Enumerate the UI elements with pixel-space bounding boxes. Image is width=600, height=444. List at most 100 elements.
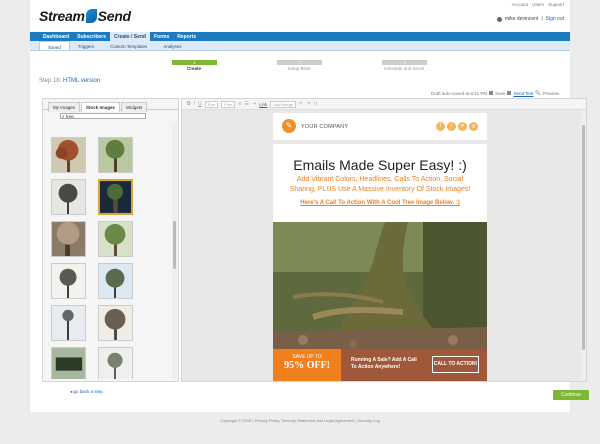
streamsend-logo[interactable]: Stream Send (39, 8, 131, 24)
subnav-custom-templates[interactable]: Custom Templates (102, 41, 155, 50)
editor-scrollbar[interactable] (581, 110, 586, 381)
tree-thumb-3[interactable] (51, 179, 86, 215)
stock-image-grid (49, 123, 173, 379)
search-icon: ⌕ (62, 114, 65, 119)
save-bar: Draft auto-saved at 8:41 PM Save Send Te… (431, 90, 559, 96)
image-sidebar: My Images Stock Images Widgets ⌕ tree (42, 98, 179, 382)
back-arrow-icon: ◂ (70, 389, 73, 394)
tree-thumb-5[interactable] (51, 221, 86, 257)
send-test-icon (507, 91, 512, 95)
wizard-steps: 1 Create 2 Setup Blast 3 Schedule and Se… (172, 60, 462, 74)
tree-thumb-4-selected[interactable] (98, 179, 133, 215)
sidebar-scrollbar[interactable] (172, 123, 177, 379)
users-link[interactable]: Users (532, 2, 544, 7)
sidebar-tabs: My Images Stock Images Widgets (43, 99, 178, 112)
nav-dashboard[interactable]: Dashboard (39, 32, 73, 41)
tree-thumb-9[interactable] (51, 305, 86, 341)
tree-thumb-7[interactable] (51, 263, 86, 299)
sign-out-link[interactable]: Sign out (546, 16, 564, 22)
support-link[interactable]: Support (548, 2, 564, 7)
send-test-link[interactable]: Send Test (513, 91, 533, 96)
sale-box: SAVE UP TO 95% OFF! (273, 349, 341, 381)
account-link[interactable]: Account (512, 2, 528, 7)
tree-thumb-11[interactable] (51, 347, 86, 379)
step-3-bar: 3 (382, 60, 427, 65)
preview-link[interactable]: Preview (543, 91, 559, 96)
align-icon[interactable]: ≡ (238, 101, 241, 107)
undo-icon[interactable]: ↶ (299, 101, 303, 107)
page-footer: Copyright © 2018 | Privacy Policy, Secur… (220, 418, 380, 423)
tree-thumb-1[interactable] (51, 137, 86, 173)
code-icon[interactable]: ⟨⟩ (314, 101, 318, 107)
html-version-link[interactable]: HTML version (63, 78, 100, 84)
subnav-analyses[interactable]: Analyses (155, 41, 189, 50)
email-editor: B I U Size Font ≡ ☰ ⇥ Link Mail Merge ↶ … (181, 98, 587, 382)
company-name: YOUR COMPANY (301, 124, 349, 130)
nav-create-send[interactable]: Create / Send (110, 32, 150, 41)
size-dropdown[interactable]: Size (204, 100, 219, 108)
autosave-status: Draft auto-saved at 8:41 PM (430, 90, 488, 96)
nav-subscribers[interactable]: Subscribers (73, 32, 110, 41)
facebook-icon[interactable]: f (436, 122, 445, 131)
tree-hero-image[interactable] (273, 222, 487, 350)
nav-reports[interactable]: Reports (173, 32, 200, 41)
tab-widgets[interactable]: Widgets (121, 102, 148, 112)
tree-thumb-10[interactable] (98, 305, 133, 341)
sidebar-scroll-thumb[interactable] (173, 221, 176, 269)
go-back[interactable]: ◂ go back a step (70, 389, 103, 395)
nav-forms[interactable]: Forms (150, 32, 173, 41)
top-links: Account Users Support (509, 2, 564, 7)
user-box: mike devincent | Sign out (496, 16, 564, 22)
email-body[interactable]: Emails Made Super Easy! :) Add Vibrant C… (273, 144, 487, 381)
company-logo-icon: ✎ (282, 119, 296, 133)
email-subheadline[interactable]: Add Vibrant Colors, Headlines, Calls To … (283, 175, 477, 195)
social-icons: f t in g (436, 122, 478, 131)
email-template: ✎ YOUR COMPANY f t in g Emails Made Supe… (273, 113, 487, 381)
email-canvas: ✎ YOUR COMPANY f t in g Emails Made Supe… (182, 110, 581, 381)
email-header[interactable]: ✎ YOUR COMPANY f t in g (273, 113, 487, 140)
tree-thumb-6[interactable] (98, 221, 133, 257)
logo-swirl-icon (85, 9, 97, 23)
call-to-action-button[interactable]: CALL TO ACTION! (432, 356, 479, 373)
email-headline[interactable]: Emails Made Super Easy! :) (273, 157, 487, 173)
sale-banner: SAVE UP TO 95% OFF! Running A Sale? Add … (273, 349, 487, 381)
google-icon[interactable]: g (469, 122, 478, 131)
twitter-icon[interactable]: t (447, 122, 456, 131)
tree-thumb-8[interactable] (98, 263, 133, 299)
list-icon[interactable]: ☰ (244, 101, 248, 107)
preview-icon: 🔍 (535, 90, 541, 95)
step-3-label: Schedule and Send! (383, 66, 425, 71)
image-search-input[interactable]: ⌕ tree (60, 113, 146, 119)
linkedin-icon[interactable]: in (458, 122, 467, 131)
save-icon (489, 91, 494, 95)
font-dropdown[interactable]: Font (221, 100, 236, 108)
step-1-bar: 1 (172, 60, 217, 65)
editor-toolbar: B I U Size Font ≡ ☰ ⇥ Link Mail Merge ↶ … (182, 99, 586, 110)
editor-scroll-thumb[interactable] (582, 125, 585, 350)
bold-button[interactable]: B (187, 101, 191, 107)
user-name: mike devincent (504, 16, 539, 22)
subnav-triggers[interactable]: Triggers (70, 41, 102, 50)
step-1-label: Create (186, 66, 201, 71)
tree-thumb-12[interactable] (98, 347, 133, 379)
redo-icon[interactable]: ↷ (306, 101, 310, 107)
tab-stock-images[interactable]: Stock Images (81, 102, 121, 112)
italic-button[interactable]: I (194, 101, 195, 107)
step-title: Step 1b: HTML version (39, 78, 101, 84)
tree-thumb-2[interactable] (98, 137, 133, 173)
mail-merge-dropdown[interactable]: Mail Merge (270, 100, 297, 108)
continue-button[interactable]: Continue (553, 390, 589, 400)
app-page: Stream Send Account Users Support mike de… (30, 0, 589, 412)
main-nav: Dashboard Subscribers Create / Send Form… (30, 32, 570, 41)
email-cta-link[interactable]: Here's A Call To Action With A Cool Tree… (273, 200, 487, 206)
sub-nav: Saved Triggers Custom Templates Analyses (30, 41, 570, 51)
tab-my-images[interactable]: My Images (48, 102, 81, 112)
indent-icon[interactable]: ⇥ (252, 101, 256, 107)
step-2-bar: 2 (277, 60, 322, 65)
subnav-saved[interactable]: Saved (39, 41, 70, 50)
step-2-label: Setup Blast (287, 66, 311, 71)
underline-button[interactable]: U (198, 101, 202, 107)
save-button[interactable]: Save (495, 91, 505, 96)
link-button[interactable]: Link (259, 102, 267, 107)
user-icon (496, 16, 502, 22)
